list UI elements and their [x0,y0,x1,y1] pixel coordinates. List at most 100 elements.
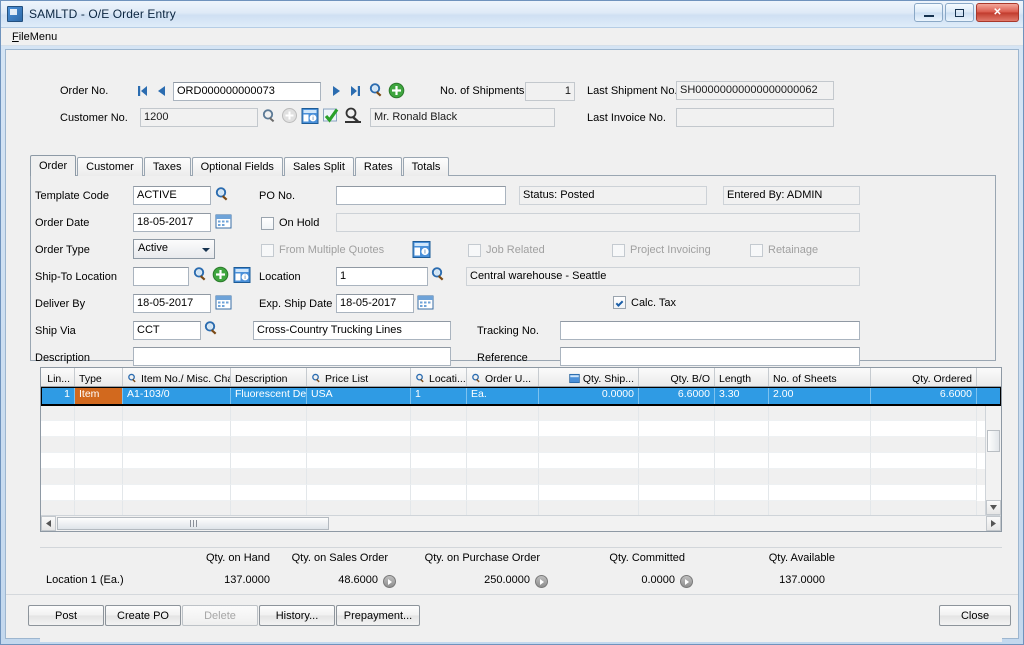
table-cell-empty[interactable] [639,405,715,421]
table-cell-empty[interactable] [769,405,871,421]
table-cell-empty[interactable] [769,485,871,501]
customer-drilldown-icon[interactable] [343,106,363,126]
table-cell[interactable]: 3.30 [715,387,769,405]
table-cell-empty[interactable] [75,421,123,437]
table-cell-empty[interactable] [123,421,231,437]
search-icon[interactable] [127,373,138,384]
table-cell[interactable]: 0.0000 [539,387,639,405]
table-cell[interactable]: Ea. [467,387,539,405]
table-cell-empty[interactable] [123,453,231,469]
table-cell-empty[interactable] [769,421,871,437]
order-date-input[interactable]: 18-05-2017 [133,213,211,232]
table-cell-empty[interactable] [41,501,75,515]
multiple-quotes-inquiry-icon[interactable]: i [412,240,431,259]
template-code-finder-search-icon[interactable] [214,186,230,202]
grid-vertical-scrollbar[interactable] [985,387,1001,515]
deliver-by-calendar-icon[interactable] [215,294,232,310]
order-type-select[interactable]: Active [133,239,215,259]
finder-icon[interactable] [569,373,580,384]
table-row-empty[interactable] [41,437,1001,453]
table-cell-empty[interactable] [231,485,307,501]
table-cell-empty[interactable] [41,453,75,469]
search-icon[interactable] [471,373,482,384]
location-purchase-order-drill-icon[interactable] [535,575,548,588]
customer-no-input[interactable]: 1200 [140,108,258,127]
scroll-right-button[interactable] [986,516,1001,531]
ship-to-location-inquiry-icon[interactable]: i [233,266,251,284]
table-cell-empty[interactable] [411,501,467,515]
exp-ship-date-input[interactable]: 18-05-2017 [336,294,414,313]
table-cell-empty[interactable] [411,421,467,437]
table-cell[interactable]: Fluorescent Des... [231,387,307,405]
table-cell-empty[interactable] [75,501,123,515]
ship-via-input[interactable]: CCT [133,321,201,340]
order-date-calendar-icon[interactable] [215,213,232,229]
on-hold-checkbox[interactable] [261,217,274,230]
table-cell-empty[interactable] [307,453,411,469]
template-code-input[interactable]: ACTIVE [133,186,211,205]
grid-column-header[interactable]: Length [715,368,769,386]
table-cell-empty[interactable] [539,421,639,437]
table-cell[interactable]: 6.6000 [639,387,715,405]
table-cell-empty[interactable] [123,485,231,501]
table-cell-empty[interactable] [467,421,539,437]
table-cell-empty[interactable] [715,469,769,485]
horizontal-scroll-thumb[interactable] [57,517,329,530]
table-cell-empty[interactable] [307,421,411,437]
deliver-by-input[interactable]: 18-05-2017 [133,294,211,313]
customer-inquiry-icon[interactable]: i [301,107,319,125]
table-cell-empty[interactable] [41,469,75,485]
customer-finder-search-icon[interactable] [261,108,277,124]
tab-optional-fields[interactable]: Optional Fields [191,157,283,176]
table-cell-empty[interactable] [871,421,977,437]
table-cell[interactable]: USA [307,387,411,405]
menu-item-file[interactable]: FileMenu [9,30,60,44]
grid-column-header[interactable]: Qty. Ship... [539,368,639,386]
table-cell-empty[interactable] [411,485,467,501]
table-cell[interactable]: 1 [41,387,75,405]
table-cell-empty[interactable] [41,437,75,453]
history-button[interactable]: History... [259,605,335,626]
table-cell-empty[interactable] [871,437,977,453]
location-finder-search-icon[interactable] [430,266,446,282]
table-cell-empty[interactable] [715,453,769,469]
table-cell-empty[interactable] [467,469,539,485]
grid-column-header[interactable]: No. of Sheets [769,368,871,386]
tab-order[interactable]: Order [30,155,77,176]
table-cell-empty[interactable] [871,469,977,485]
table-cell-empty[interactable] [639,421,715,437]
table-cell-empty[interactable] [871,501,977,515]
table-cell-empty[interactable] [539,469,639,485]
post-button[interactable]: Post [28,605,104,626]
grid-column-header[interactable]: Locati... [411,368,467,386]
table-cell-empty[interactable] [307,405,411,421]
table-cell-empty[interactable] [123,437,231,453]
table-cell-empty[interactable] [639,437,715,453]
vertical-scroll-thumb[interactable] [987,430,1000,452]
table-cell[interactable]: 2.00 [769,387,871,405]
table-cell-empty[interactable] [539,485,639,501]
table-cell[interactable]: Item [75,387,123,405]
table-cell-empty[interactable] [639,485,715,501]
scroll-left-button[interactable] [41,516,56,531]
table-cell-empty[interactable] [411,405,467,421]
tracking-no-input[interactable] [560,321,860,340]
close-window-button[interactable]: ✕ [976,3,1019,22]
table-cell-empty[interactable] [871,453,977,469]
location-input[interactable]: 1 [336,267,428,286]
table-cell-empty[interactable] [41,485,75,501]
order-no-finder-search-icon[interactable] [368,82,384,98]
table-cell-empty[interactable] [715,485,769,501]
table-cell-empty[interactable] [231,469,307,485]
table-cell-empty[interactable] [539,501,639,515]
table-row-empty[interactable] [41,453,1001,469]
last-record-icon[interactable] [347,83,363,99]
new-order-icon[interactable] [388,82,405,99]
table-cell-empty[interactable] [75,405,123,421]
table-cell-empty[interactable] [123,405,231,421]
calc-tax-checkbox[interactable] [613,296,626,309]
ship-via-description-input[interactable]: Cross-Country Trucking Lines [253,321,451,340]
create-po-button[interactable]: Create PO [105,605,181,626]
table-cell-empty[interactable] [639,453,715,469]
table-cell-empty[interactable] [467,405,539,421]
